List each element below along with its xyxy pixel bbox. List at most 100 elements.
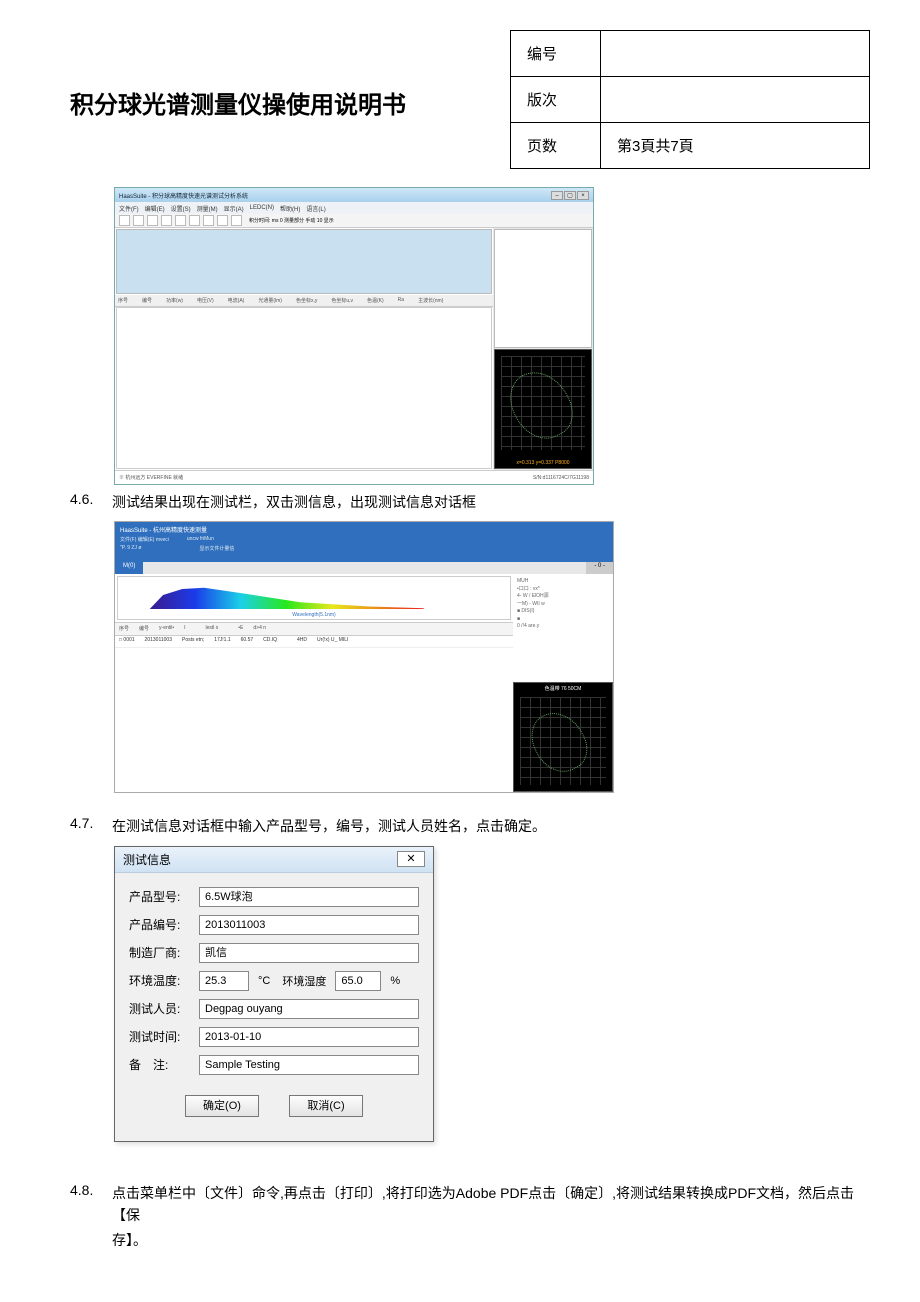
- ri3: 4- W / ElOH源: [517, 593, 609, 601]
- screenshot-main-app: HaasSuite - 积分球高精度快速光谱测试分析系统 – ▢ × 文件(F)…: [114, 187, 594, 485]
- c0: □ 0001: [119, 637, 135, 646]
- menubar[interactable]: 文件(F) 编辑(E) 设置(S) 测量(M) 显示(A) LEDC(N) 帮助…: [115, 202, 593, 214]
- col-ra: Ra: [398, 297, 404, 304]
- h1: 编号: [139, 625, 149, 633]
- tool-a-icon[interactable]: [203, 215, 214, 226]
- input-model[interactable]: 6.5W球泡: [199, 887, 419, 907]
- cancel-button[interactable]: 取消(C): [289, 1095, 363, 1117]
- data-grid[interactable]: [116, 307, 492, 469]
- col-cct: 色温(K): [367, 297, 384, 304]
- tool-c-icon[interactable]: [231, 215, 242, 226]
- step-text-48b: 存】。: [112, 1229, 870, 1251]
- col-code: 编号: [142, 297, 152, 304]
- input-remark[interactable]: Sample Testing: [199, 1055, 419, 1075]
- label-tester: 测试人员:: [129, 1000, 193, 1017]
- tool-print-icon[interactable]: [161, 215, 172, 226]
- tool-new-icon[interactable]: [119, 215, 130, 226]
- col-nm: 主波长(nm): [418, 297, 443, 304]
- status-right: S/N:d1116724C/7G11198: [533, 475, 589, 481]
- tool-save-icon[interactable]: [147, 215, 158, 226]
- ri7: 0 /!4 are.y: [517, 623, 609, 631]
- tool-open-icon[interactable]: [133, 215, 144, 226]
- input-code[interactable]: 2013011003: [199, 915, 419, 935]
- meta-value-version: [601, 77, 870, 123]
- menu-file[interactable]: 文件(F): [119, 204, 139, 213]
- statusbar: ※ 杭州远方 EVERFINE 就绪 S/N:d1116724C/7G11198: [115, 470, 593, 484]
- c8: Ur(!x) U_ MILI: [317, 637, 348, 646]
- c5: CD.IQ: [263, 637, 277, 646]
- step-number-48: 4.8.: [70, 1182, 102, 1227]
- h8: d>4 n: [253, 625, 266, 633]
- c4: 60.57: [241, 637, 254, 646]
- unit-c: °C: [255, 975, 273, 987]
- window-title: HaasSuite - 积分球高精度快速光谱测试分析系统: [119, 191, 248, 200]
- menu-display[interactable]: 显示(A): [224, 204, 244, 213]
- meta-label-page: 页数: [511, 123, 601, 169]
- data-grid-header: 序号 编号 功率(w) 电压(V) 电流(A) 光通量(lm) 色坐标x,y 色…: [115, 295, 493, 307]
- h3: I: [184, 625, 185, 633]
- sub1: 文件(F) 编辑(E) mveci: [120, 536, 169, 543]
- data-grid-header-2: 序号 编号 y-entil• I lestl x •E d>4 n: [115, 622, 513, 636]
- menu-ledc[interactable]: LEDC(N): [250, 205, 274, 211]
- minimize-icon[interactable]: –: [551, 191, 563, 200]
- meta-value-id: [601, 31, 870, 77]
- input-humid[interactable]: 65.0: [335, 971, 381, 991]
- input-time[interactable]: 2013-01-10: [199, 1027, 419, 1047]
- step-number-47: 4.7.: [70, 815, 102, 837]
- ri6: ■: [517, 616, 609, 624]
- tab-active[interactable]: M(0): [115, 562, 143, 574]
- meta-label-id: 编号: [511, 31, 601, 77]
- spectrum-xlabel: Wavelength(5.1nm): [118, 612, 510, 618]
- window-header: HaasSuite - 杭州高精度快速测量 文件(F) 编辑(E) mveci …: [115, 522, 613, 562]
- data-row-1[interactable]: □ 0001 2013011003 Posts etn; 17J!1.1 60.…: [115, 636, 513, 648]
- tool-stop-icon[interactable]: [189, 215, 200, 226]
- c7: 4HD: [297, 637, 307, 646]
- info-panel: [494, 229, 592, 348]
- menu-help[interactable]: 帮助(H): [280, 204, 300, 213]
- test-info-dialog: 测试信息 ✕ 产品型号: 6.5W球泡 产品编号: 2013011003 制造厂…: [114, 846, 434, 1142]
- menu-edit[interactable]: 编辑(E): [145, 204, 165, 213]
- cie-chart-2: 色温带 76 50CM: [513, 682, 613, 792]
- menu-setting[interactable]: 设置(S): [171, 204, 191, 213]
- col-curr: 电流(A): [228, 297, 245, 304]
- maximize-icon[interactable]: ▢: [564, 191, 576, 200]
- input-tester[interactable]: Degpag ouyang: [199, 999, 419, 1019]
- right-info-panel: MUH •口口 : vx* 4- W / ElOH源 一M) - WII w ■…: [513, 574, 613, 682]
- meta-label-version: 版次: [511, 77, 601, 123]
- label-remark: 备 注:: [129, 1056, 193, 1073]
- dialog-title: 测试信息: [123, 851, 171, 868]
- meta-table: 编号 版次 页数 第3頁共7頁: [510, 30, 870, 169]
- cie-title: 色温带 76 50CM: [514, 685, 612, 692]
- dialog-close-icon[interactable]: ✕: [397, 851, 425, 867]
- h0: 序号: [119, 625, 129, 633]
- label-model: 产品型号:: [129, 888, 193, 905]
- col-lm: 光通量(lm): [258, 297, 282, 304]
- h2: y-entil•: [159, 625, 174, 633]
- sub3: "P. 9 ZJ ø: [120, 545, 141, 552]
- close-icon[interactable]: ×: [577, 191, 589, 200]
- input-maker[interactable]: 凯信: [199, 943, 419, 963]
- step-number-46: 4.6.: [70, 491, 102, 513]
- ok-button[interactable]: 确定(O): [185, 1095, 259, 1117]
- cie-chart: x=0.313 y=0.337 P8000: [494, 349, 592, 469]
- col-xy: 色坐标x,y: [296, 297, 317, 304]
- c3: 17J!1.1: [214, 637, 230, 646]
- spectrum-canvas: [116, 229, 492, 294]
- toolbar: 积分时间: ms 0 测量部分 手动 10 显示: [115, 214, 593, 228]
- tool-run-icon[interactable]: [175, 215, 186, 226]
- label-maker: 制造厂商:: [129, 944, 193, 961]
- menu-lang[interactable]: 语言(L): [306, 204, 325, 213]
- col-volt: 电压(V): [197, 297, 214, 304]
- grid-empty-area: [115, 648, 513, 792]
- ri4: 一M) - WII w: [517, 601, 609, 609]
- menu-measure[interactable]: 测量(M): [197, 204, 218, 213]
- ri0: MUH: [517, 578, 609, 586]
- input-temp[interactable]: 25.3: [199, 971, 249, 991]
- tool-b-icon[interactable]: [217, 215, 228, 226]
- tab-other[interactable]: - 0 -: [586, 562, 613, 574]
- label-time: 测试时间:: [129, 1028, 193, 1045]
- c2: Posts etn;: [182, 637, 204, 646]
- meta-value-page: 第3頁共7頁: [601, 123, 870, 169]
- status-left: ※ 杭州远方 EVERFINE 就绪: [119, 474, 183, 481]
- document-title: 积分球光谱测量仪操使用说明书: [70, 30, 490, 120]
